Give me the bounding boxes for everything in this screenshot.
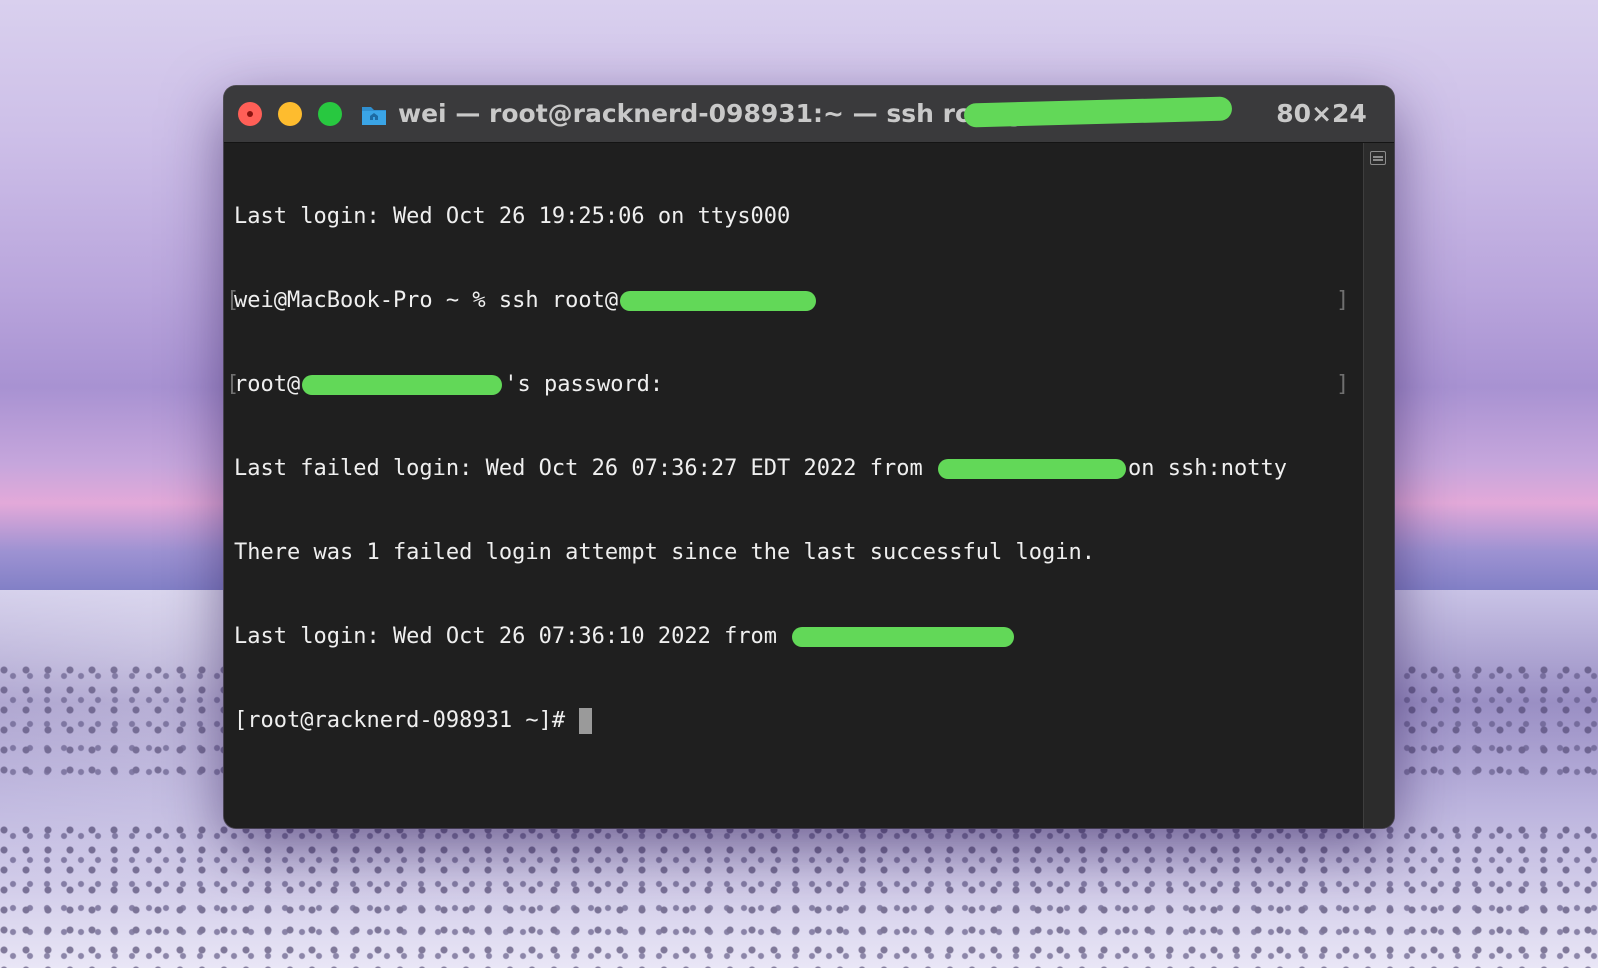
password-prompt-end: 's password: [504, 372, 664, 397]
ssh-command-line: wei@MacBook-Pro ~ % ssh root@ [234, 288, 619, 313]
marks-icon[interactable] [1370, 151, 1386, 165]
mark-bracket: ] [1336, 372, 1350, 397]
redacted-ip [302, 375, 503, 395]
minimize-button[interactable] [278, 102, 302, 126]
output-line: Last failed login: Wed Oct 26 07:36:27 E… [234, 455, 1287, 483]
output-line: [wei@MacBook-Pro ~ % ssh root@] [226, 287, 1349, 315]
output-line: [root@racknerd-098931 ~]# [234, 707, 1287, 735]
output-line: Last login: Wed Oct 26 19:25:06 on ttys0… [234, 203, 1287, 231]
home-folder-icon [362, 107, 386, 125]
last-login-from-line: Last login: Wed Oct 26 07:36:10 2022 fro… [234, 624, 791, 649]
terminal-output[interactable]: Last login: Wed Oct 26 19:25:06 on ttys0… [224, 143, 1364, 828]
text-cursor [579, 708, 593, 734]
failed-login-tail: on ssh:notty [1128, 456, 1287, 481]
window-title-text: wei — root@racknerd-098931:~ — ssh root@ [398, 99, 1027, 128]
redacted-ip [938, 459, 1126, 479]
mark-bracket: ] [1336, 288, 1350, 313]
mark-bracket: [ [226, 288, 240, 313]
failed-attempt-line: There was 1 failed login attempt since t… [234, 540, 1095, 565]
redacted-ip [792, 627, 1015, 647]
wallpaper-trees-foreground [0, 820, 1598, 968]
window-title-size: 80×24 [1276, 99, 1367, 128]
zoom-button[interactable] [318, 102, 342, 126]
scroll-bar[interactable] [1363, 143, 1394, 828]
output-line: [root@ 's password:] [226, 371, 1349, 399]
title-bar[interactable]: wei — root@racknerd-098931:~ — ssh root@… [224, 86, 1394, 143]
output-line: Last login: Wed Oct 26 07:36:10 2022 fro… [234, 623, 1287, 651]
redacted-ip [620, 291, 817, 311]
close-dot-icon [247, 111, 253, 117]
output-line: There was 1 failed login attempt since t… [234, 539, 1287, 567]
mark-bracket: [ [226, 372, 240, 397]
password-prompt-start: root@ [234, 372, 301, 397]
terminal-window: wei — root@racknerd-098931:~ — ssh root@… [224, 86, 1394, 828]
last-login-line: Last login: Wed Oct 26 19:25:06 on ttys0… [234, 204, 791, 229]
close-button[interactable] [238, 102, 262, 126]
failed-login-line: Last failed login: Wed Oct 26 07:36:27 E… [234, 456, 936, 481]
shell-prompt: [root@racknerd-098931 ~]# [234, 708, 566, 733]
